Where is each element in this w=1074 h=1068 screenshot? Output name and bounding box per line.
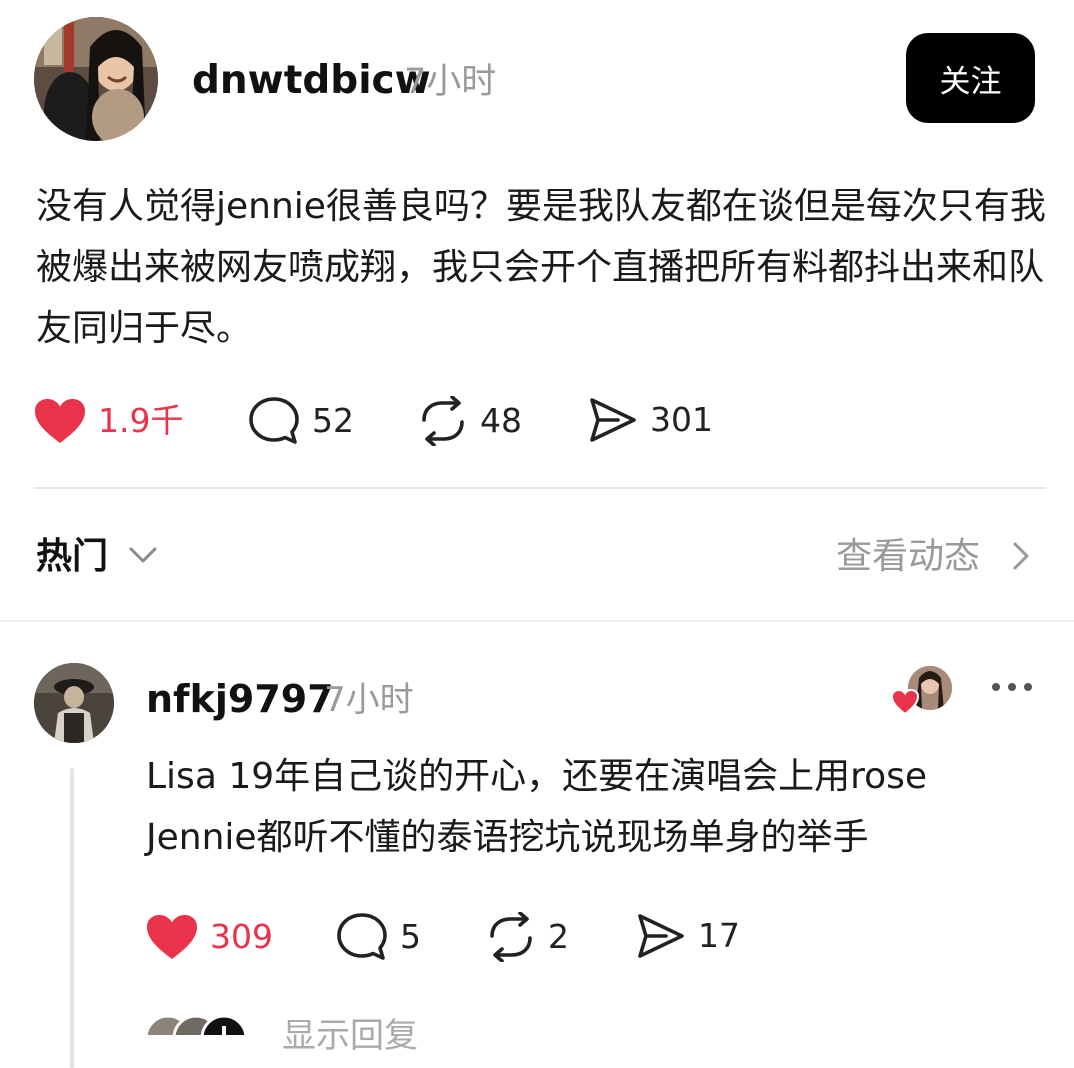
- thread-line: [70, 768, 74, 1068]
- view-activity-link[interactable]: 查看动态: [836, 535, 980, 579]
- comment-share-count: 17: [698, 916, 740, 955]
- post-username[interactable]: dnwtdbicw: [192, 58, 431, 104]
- author-liked-heart-icon: [890, 688, 920, 720]
- comment-share-button[interactable]: 17: [636, 912, 740, 960]
- comment-bubble-icon: [248, 396, 300, 446]
- post-share-count: 301: [650, 400, 713, 439]
- post-timestamp: 7小时: [404, 62, 497, 102]
- heart-filled-icon: [34, 398, 86, 444]
- comment-reply-count: 5: [400, 917, 421, 956]
- chevron-right-icon[interactable]: [1010, 541, 1032, 575]
- send-icon: [588, 396, 638, 444]
- post-body-text: 没有人觉得jennie很善良吗？要是我队友都在谈但是每次只有我被爆出来被网友喷成…: [36, 186, 1046, 349]
- post-share-button[interactable]: 301: [588, 396, 713, 444]
- sort-dropdown[interactable]: 热门: [36, 535, 108, 579]
- comment-repost-count: 2: [548, 917, 569, 956]
- chevron-down-icon[interactable]: [128, 542, 158, 572]
- comment-body-text: Lisa 19年自己谈的开心，还要在演唱会上用rose Jennie都听不懂的泰…: [146, 746, 1046, 868]
- post-repost-count: 48: [480, 401, 522, 440]
- section-separator: [0, 620, 1074, 622]
- more-options-icon[interactable]: [990, 677, 1034, 701]
- send-icon: [636, 912, 686, 960]
- comment-bubble-icon: [336, 912, 388, 962]
- post-comment-count: 52: [312, 401, 354, 440]
- comment-text-line: Lisa 19年自己谈的开心，还要在演唱会上用rose: [146, 756, 928, 797]
- comment-like-count: 309: [210, 917, 273, 956]
- post-divider: [34, 487, 1046, 489]
- show-replies-link[interactable]: 显示回复: [282, 1014, 418, 1058]
- comment-like-button[interactable]: 309: [146, 914, 273, 960]
- post-repost-button[interactable]: 48: [418, 396, 522, 446]
- repost-icon: [418, 396, 468, 446]
- comment-reply-button[interactable]: 5: [336, 912, 421, 962]
- comment-username[interactable]: nfkj9797: [146, 676, 334, 722]
- post-comment-button[interactable]: 52: [248, 396, 354, 446]
- comment-author-avatar[interactable]: [34, 663, 114, 743]
- comment-text-line: Jennie都听不懂的泰语挖坑说现场单身的举手: [146, 817, 869, 858]
- post-like-button[interactable]: 1.9千: [34, 398, 183, 444]
- heart-filled-icon: [146, 914, 198, 960]
- follow-button[interactable]: 关注: [906, 33, 1035, 123]
- comment-timestamp: 7小时: [324, 680, 414, 720]
- comment-repost-button[interactable]: 2: [486, 912, 569, 962]
- repost-icon: [486, 912, 536, 962]
- post-author-avatar[interactable]: [34, 17, 158, 141]
- post-like-count: 1.9千: [98, 401, 184, 440]
